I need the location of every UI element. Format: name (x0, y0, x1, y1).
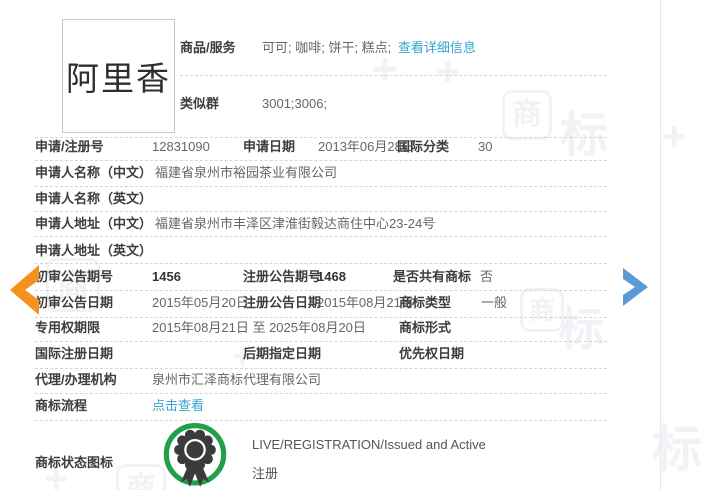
divider (35, 393, 607, 394)
divider (35, 420, 607, 421)
status-icon-label: 商标状态图标 (35, 455, 114, 470)
shared-mark-label: 是否共有商标 (393, 269, 472, 284)
priority-date-label: 优先权日期 (399, 346, 465, 361)
first-gazette-no-label: 初审公告期号 (35, 269, 114, 284)
trademark-detail-panel: + + 商 标 + 商 商 标 + + 商 标 阿里香 商品/服务 可可; 咖啡… (0, 0, 711, 490)
address-cn-label: 申请人地址（中文） (35, 216, 153, 231)
intl-class-label: 国际分类 (397, 139, 450, 154)
tm-type-value: 一般 (481, 295, 508, 310)
medal-badge-icon (163, 423, 227, 488)
exclusive-period-value: 2015年08月21日 至 2025年08月20日 (152, 320, 366, 335)
app-number-value: 12831090 (152, 139, 210, 154)
applicant-cn-label: 申请人名称（中文） (35, 165, 153, 180)
chevron-right-icon (623, 268, 648, 306)
tm-type-label: 商标类型 (399, 295, 452, 310)
trademark-image: 阿里香 (62, 19, 175, 133)
shared-mark-value: 否 (480, 269, 494, 284)
status-text-en: LIVE/REGISTRATION/Issued and Active (252, 437, 486, 452)
divider (35, 211, 607, 212)
agent-label: 代理/办理机构 (35, 372, 117, 387)
divider (180, 75, 607, 76)
process-label: 商标流程 (35, 398, 88, 413)
address-en-label: 申请人地址（英文） (35, 243, 153, 258)
trademark-name: 阿里香 (66, 60, 171, 97)
first-gazette-no-value: 1456 (152, 269, 181, 284)
divider (35, 317, 607, 318)
applicant-en-label: 申请人名称（英文） (35, 191, 153, 206)
prev-arrow-button[interactable] (7, 262, 41, 318)
applicant-cn-value: 福建省泉州市裕园茶业有限公司 (155, 165, 338, 180)
intl-reg-date-label: 国际注册日期 (35, 346, 114, 361)
goods-services-value: 可可; 咖啡; 饼干; 糕点; 查看详细信息 (262, 40, 476, 56)
agent-value: 泉州市汇泽商标代理有限公司 (152, 372, 322, 387)
exclusive-period-label: 专用权期限 (35, 320, 101, 335)
divider (35, 290, 607, 291)
app-date-label: 申请日期 (243, 139, 296, 154)
reg-gazette-date-label: 注册公告日期 (243, 295, 322, 310)
reg-gazette-no-value: 1468 (317, 269, 346, 284)
divider (35, 341, 607, 342)
goods-services-label: 商品/服务 (180, 40, 236, 55)
first-gazette-date-value: 2015年05月20日 (152, 295, 249, 310)
intl-class-value: 30 (478, 139, 493, 154)
similar-group-value: 3001;3006; (262, 96, 328, 111)
divider (35, 160, 607, 161)
reg-gazette-no-label: 注册公告期号 (243, 269, 322, 284)
divider (35, 236, 607, 237)
status-text-cn: 注册 (252, 466, 279, 481)
chevron-left-icon (10, 265, 39, 315)
tm-form-label: 商标形式 (399, 320, 452, 335)
next-arrow-button[interactable] (621, 266, 649, 308)
goods-services-text: 可可; 咖啡; 饼干; 糕点; (262, 40, 392, 55)
app-number-label: 申请/注册号 (35, 139, 104, 154)
address-cn-value: 福建省泉州市丰泽区津淮街毅达商住中心23-24号 (155, 216, 436, 231)
similar-group-label: 类似群 (180, 96, 220, 111)
divider (35, 263, 607, 264)
later-designation-label: 后期指定日期 (243, 346, 322, 361)
divider (35, 368, 607, 369)
view-details-link[interactable]: 查看详细信息 (398, 40, 476, 55)
divider (35, 186, 607, 187)
divider (35, 137, 607, 138)
process-view-link[interactable]: 点击查看 (152, 398, 204, 414)
first-gazette-date-label: 初审公告日期 (35, 295, 114, 310)
